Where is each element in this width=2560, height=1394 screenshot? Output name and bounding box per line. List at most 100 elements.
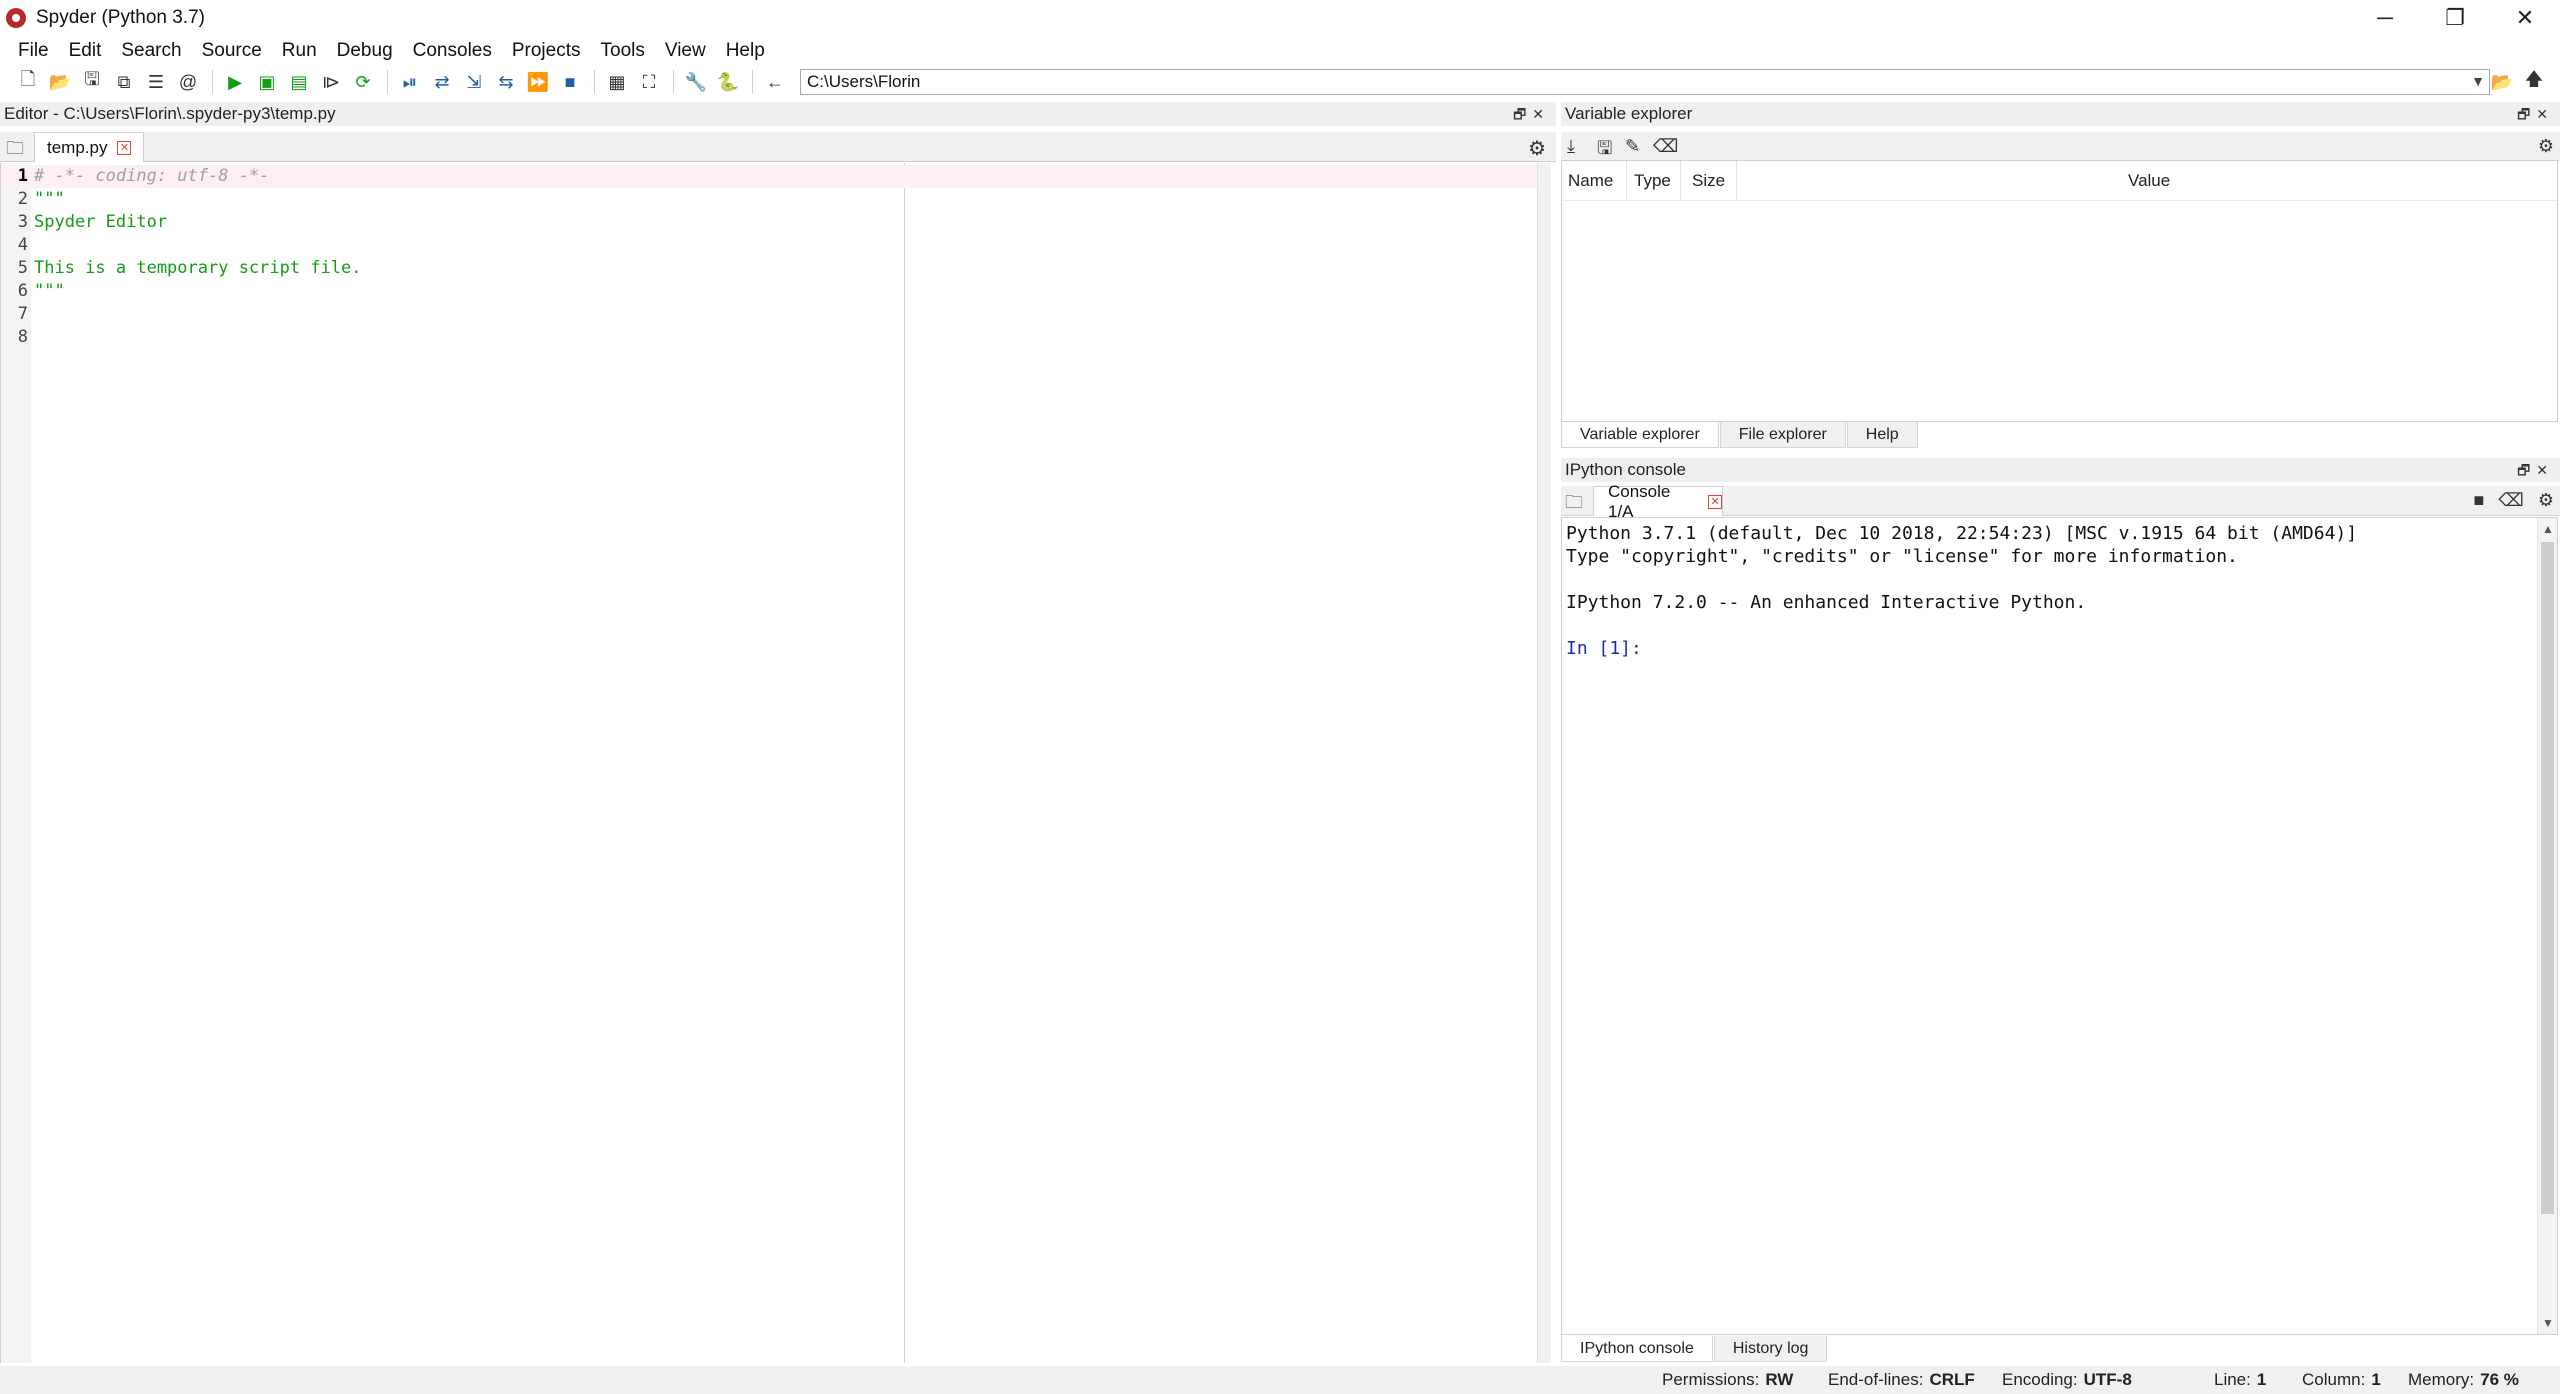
tab-file-explorer[interactable]: File explorer [1719,422,1846,448]
variable-explorer-gear-icon[interactable]: ⚙ [2538,136,2554,157]
scroll-down-icon[interactable]: ▼ [2542,1316,2554,1330]
menu-projects[interactable]: Projects [502,40,591,62]
tab-history-log[interactable]: History log [1713,1336,1828,1362]
working-directory-input[interactable]: C:\Users\Florin ▼ [800,69,2490,95]
python-path-icon[interactable]: 🐍 [716,70,740,94]
variable-table[interactable]: Name Type Size Value [1561,160,2558,422]
scroll-thumb[interactable] [2541,542,2554,1214]
status-eol-label: End-of-lines: [1828,1370,1924,1389]
editor-options-gear-icon[interactable]: ⚙ [1528,136,1546,161]
continue-icon[interactable]: ⏩ [526,70,550,94]
code-line[interactable]: 6 """ [1,280,1537,303]
code-line[interactable]: 4 [1,234,1537,257]
browse-folder-icon[interactable]: 📂 [2490,70,2514,94]
code-line[interactable]: 5 This is a temporary script file. [1,257,1537,280]
code-line[interactable]: 2 """ [1,188,1537,211]
preferences-wrench-icon[interactable]: 🔧 [684,70,708,94]
open-file-icon[interactable]: 📂 [48,70,72,94]
status-encoding: Encoding: UTF-8 [2002,1370,2132,1390]
pane-undock-close-icons[interactable]: 🗗✕ [2517,104,2554,128]
tab-ipython-console[interactable]: IPython console [1561,1336,1713,1362]
save-as-icon[interactable]: ✎ [1625,136,1640,157]
browse-tabs-icon[interactable]: 🗀 [6,136,24,166]
step-return-icon[interactable]: ⇆ [494,70,518,94]
ipython-console-output[interactable]: Python 3.7.1 (default, Dec 10 2018, 22:5… [1561,517,2558,1335]
column-header-type[interactable]: Type [1634,171,1671,191]
save-file-icon[interactable]: 🖫 [80,69,104,94]
code-editor[interactable]: 1 # -*- coding: utf-8 -*- 2 """ 3 Spyder… [0,163,1551,1363]
restore-button[interactable]: ❐ [2420,0,2490,36]
remove-all-eraser-icon[interactable]: ⌫ [1653,136,1678,157]
fullscreen-icon[interactable]: ⛶ [637,70,661,94]
code-line[interactable]: 7 [1,303,1537,326]
status-permissions-value: RW [1765,1370,1794,1389]
save-all-icon[interactable]: ⧉ [112,70,136,94]
menu-source[interactable]: Source [192,40,272,62]
line-number: 2 [17,189,28,209]
run-cell-advance-icon[interactable]: ▤ [287,70,311,94]
rerun-icon[interactable]: ⟳ [351,70,375,94]
parent-directory-icon[interactable]: 🡅 [2522,69,2546,94]
run-cell-icon[interactable]: ▣ [255,70,279,94]
menu-search[interactable]: Search [111,40,191,62]
toolbar-separator [673,70,674,94]
line-number: 7 [17,304,28,324]
status-bar: Permissions: RW End-of-lines: CRLF Encodin… [0,1366,2560,1394]
minimize-button[interactable]: ─ [2350,0,2420,36]
code-text: Spyder Editor [34,212,168,232]
pane-undock-close-icons[interactable]: 🗗✕ [2517,460,2554,484]
menu-run[interactable]: Run [272,40,327,62]
tab-help[interactable]: Help [1846,422,1918,448]
editor-scrollbar[interactable] [1537,163,1551,1363]
code-line[interactable]: 3 Spyder Editor [1,211,1537,234]
console-line: Python 3.7.1 (default, Dec 10 2018, 22:5… [1566,523,2358,544]
debug-icon[interactable]: ⏯ [398,70,422,94]
back-arrow-icon[interactable]: ← [763,70,787,94]
step-into-icon[interactable]: ⇲ [462,70,486,94]
run-selection-icon[interactable]: ⧐ [319,70,343,94]
interrupt-kernel-icon[interactable]: ■ [2474,490,2485,511]
chevron-down-icon[interactable]: ▼ [2471,73,2485,89]
column-divider [1680,161,1681,201]
console-tab[interactable]: Console 1/A ✕ [1593,482,1723,521]
menu-file[interactable]: File [8,40,59,62]
at-icon[interactable]: @ [176,70,200,94]
step-icon[interactable]: ⇄ [430,70,454,94]
close-window-button[interactable]: ✕ [2490,0,2560,36]
browse-tabs-icon[interactable]: 🗀 [1565,490,1583,520]
code-text: """ [34,189,65,209]
status-column: Column: 1 [2302,1370,2381,1390]
variable-explorer-header: Variable explorer 🗗✕ [1561,102,2560,126]
menu-debug[interactable]: Debug [327,40,403,62]
console-prompt[interactable]: In [1]: [1566,637,1642,660]
stop-debug-icon[interactable]: ■ [558,70,582,94]
list-icon[interactable]: ☰ [144,70,168,94]
column-header-name[interactable]: Name [1568,171,1613,191]
pane-undock-close-icons[interactable]: 🗗✕ [1513,104,1550,128]
import-data-icon[interactable]: ⤓ [1567,136,1575,157]
console-line: Type "copyright", "credits" or "license"… [1566,546,2238,567]
tab-variable-explorer[interactable]: Variable explorer [1561,422,1719,448]
menu-help[interactable]: Help [716,40,775,62]
editor-tab-temp[interactable]: temp.py ✕ [34,132,144,162]
menu-consoles[interactable]: Consoles [403,40,502,62]
menu-edit[interactable]: Edit [59,40,112,62]
code-line[interactable]: 1 # -*- coding: utf-8 -*- [1,165,1537,188]
run-icon[interactable]: ▶ [223,70,247,94]
column-header-size[interactable]: Size [1692,171,1725,191]
console-scrollbar[interactable]: ▲ ▼ [2537,518,2557,1334]
clear-console-eraser-icon[interactable]: ⌫ [2498,490,2523,511]
console-bottom-tabs: IPython console History log [1561,1334,1828,1362]
menu-view[interactable]: View [655,40,716,62]
status-permissions: Permissions: RW [1662,1370,1793,1390]
new-file-icon[interactable]: 🗋 [16,69,40,94]
menu-tools[interactable]: Tools [591,40,655,62]
column-header-value[interactable]: Value [2128,171,2170,191]
scroll-up-icon[interactable]: ▲ [2542,522,2554,536]
close-tab-icon[interactable]: ✕ [117,140,132,155]
main-toolbar: 🗋 📂 🖫 ⧉ ☰ @ ▶ ▣ ▤ ⧐ ⟳ ⏯ ⇄ ⇲ ⇆ ⏩ ■ ▦ ⛶ 🔧 … [0,66,2560,98]
code-line[interactable]: 8 [1,326,1537,349]
console-options-gear-icon[interactable]: ⚙ [2538,490,2554,511]
maximize-pane-icon[interactable]: ▦ [605,70,629,94]
close-tab-icon[interactable]: ✕ [1708,494,1722,509]
